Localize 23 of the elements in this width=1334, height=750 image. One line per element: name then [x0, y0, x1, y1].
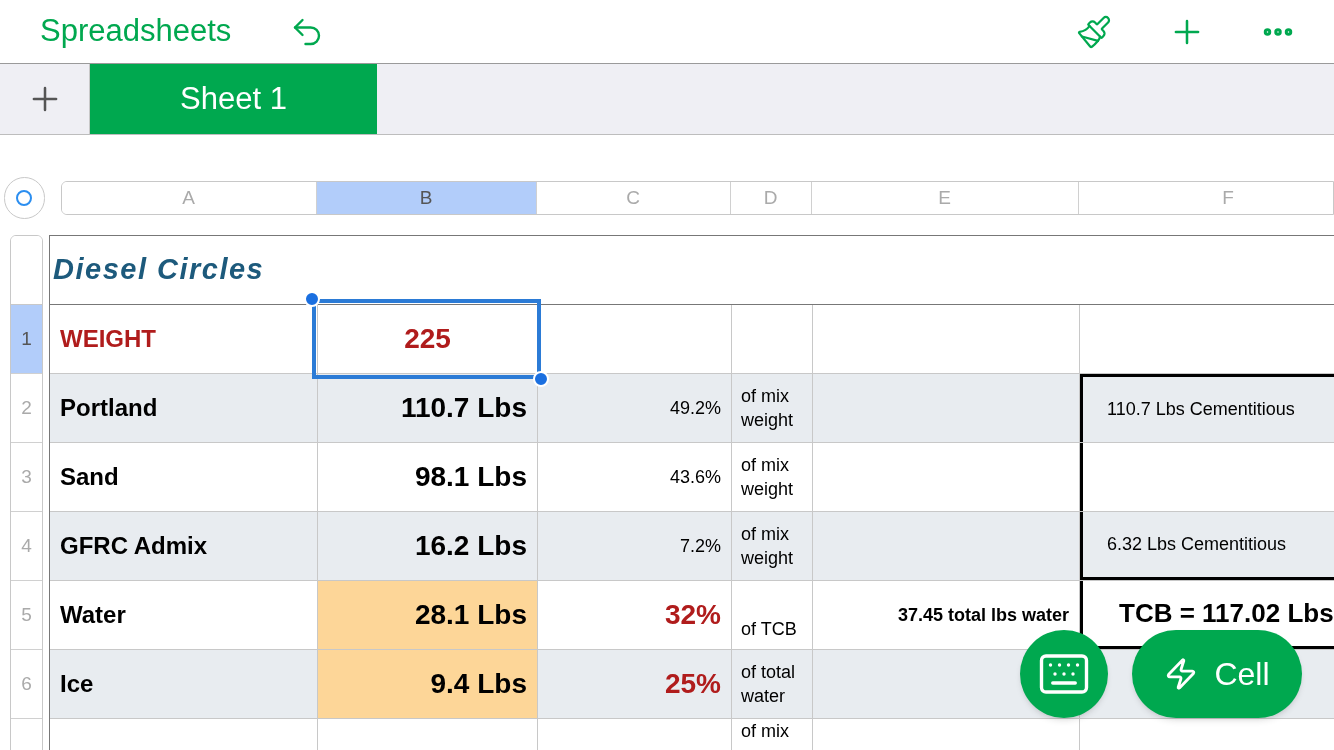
table-cell[interactable]: 25% [538, 650, 732, 718]
select-all-button[interactable] [4, 177, 45, 219]
table-cell[interactable]: 110.7 Lbs Cementitious [1080, 374, 1334, 442]
table-cell[interactable]: 28.1 Lbs [318, 581, 538, 649]
table-cell[interactable] [813, 374, 1080, 442]
table-cell[interactable]: 49.2% [538, 374, 732, 442]
table-cell[interactable]: of mix weight [732, 374, 813, 442]
table-cell[interactable]: GFRC Admix [50, 512, 318, 580]
row-header[interactable]: 1 [11, 305, 42, 374]
selection-handle[interactable] [304, 291, 320, 307]
column-header[interactable]: B [316, 182, 537, 214]
table-title: Diesel Circles [53, 252, 265, 288]
table-cell[interactable]: 7.2% [538, 512, 732, 580]
table-cell[interactable]: 9.4 Lbs [318, 650, 538, 718]
table-cell[interactable]: 16.2 Lbs [318, 512, 538, 580]
paintbrush-icon[interactable] [1076, 13, 1112, 50]
table-cell[interactable]: Portland [50, 374, 318, 442]
table-cell[interactable]: 6.32 Lbs Cementitious [1080, 512, 1334, 580]
table-cell[interactable] [813, 512, 1080, 580]
table-cell[interactable]: of mix weight [732, 512, 813, 580]
table-cell[interactable]: of total water [732, 650, 813, 718]
table-cell[interactable]: 110.7 Lbs [318, 374, 538, 442]
table-cell[interactable]: Ice [50, 650, 318, 718]
